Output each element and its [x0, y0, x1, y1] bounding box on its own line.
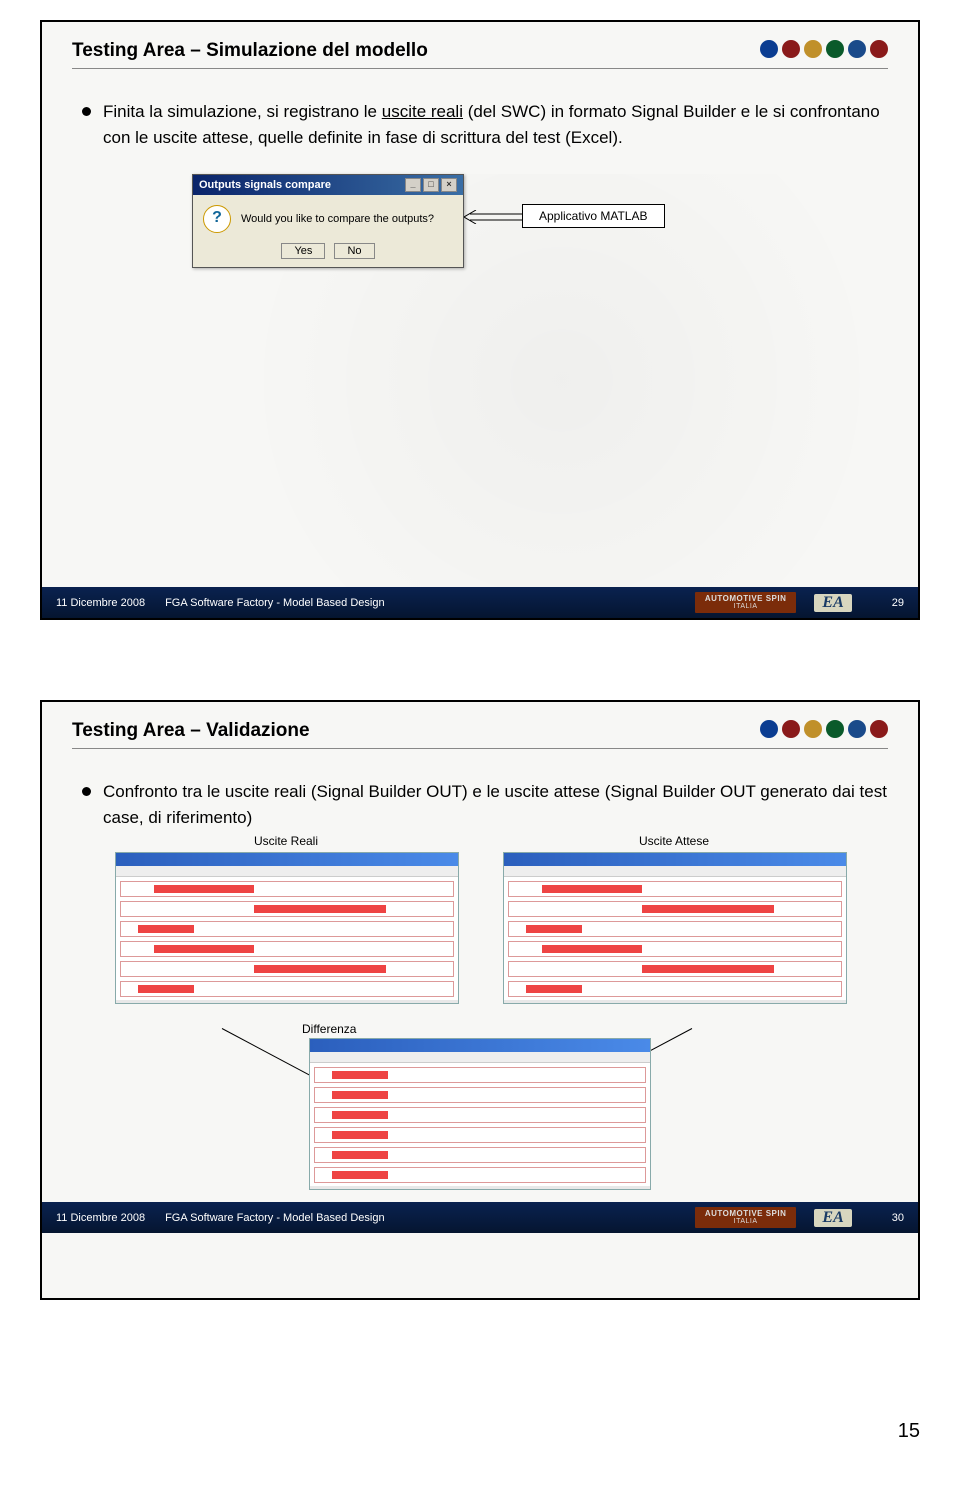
bullet-item: Finita la simulazione, si registrano le … — [82, 99, 888, 150]
footer-date: 11 Dicembre 2008 — [56, 1212, 145, 1224]
slide-title: Testing Area – Validazione — [72, 720, 310, 742]
ea-logo: EA — [814, 1209, 851, 1227]
bullet-text: Finita la simulazione, si registrano le … — [103, 99, 888, 150]
dialog-buttons: Yes No — [193, 243, 463, 267]
brand-logo-icon — [782, 720, 800, 738]
output-thumbnails: Uscite Reali Uscite Attese — [92, 834, 868, 1004]
real-output-col: Uscite Reali — [115, 834, 456, 1004]
divider — [72, 68, 888, 69]
footer-sponsor: AUTOMOTIVE SPIN ITALIA — [695, 1207, 797, 1228]
slide-number: 29 — [892, 597, 904, 609]
screenshot-real — [115, 852, 458, 1004]
bullet-text: Confronto tra le uscite reali (Signal Bu… — [103, 779, 888, 830]
window-buttons: _ □ × — [405, 178, 457, 192]
footer-sponsor: AUTOMOTIVE SPIN ITALIA — [695, 592, 797, 613]
sponsor-bottom: ITALIA — [705, 1218, 787, 1225]
divider — [72, 748, 888, 749]
dialog-title: Outputs signals compare — [199, 179, 331, 191]
brand-logo-icon — [826, 40, 844, 58]
screenshot-diff — [309, 1038, 651, 1190]
footer-date: 11 Dicembre 2008 — [56, 597, 145, 609]
bullet-icon — [82, 787, 91, 796]
matlab-dialog: Outputs signals compare _ □ × ? Would yo… — [192, 174, 464, 268]
dialog-message: Would you like to compare the outputs? — [241, 213, 434, 225]
screenshot-expected — [503, 852, 846, 1004]
bullet-icon — [82, 107, 91, 116]
no-button[interactable]: No — [334, 243, 374, 259]
brand-logo-icon — [848, 40, 866, 58]
slide-header: Testing Area – Validazione — [72, 720, 888, 742]
slide-footer: 11 Dicembre 2008 FGA Software Factory - … — [42, 587, 918, 618]
label-diff: Differenza — [302, 1022, 888, 1036]
footer-title: FGA Software Factory - Model Based Desig… — [165, 597, 384, 609]
brand-logo-icon — [826, 720, 844, 738]
brand-logo-icon — [870, 720, 888, 738]
slide-validation: Testing Area – Validazione Confronto tra… — [40, 700, 920, 1300]
brand-logos — [760, 40, 888, 58]
sponsor-top: AUTOMOTIVE SPIN — [705, 1209, 787, 1218]
dialog-titlebar: Outputs signals compare _ □ × — [193, 175, 463, 195]
dialog-body: ? Would you like to compare the outputs? — [193, 195, 463, 243]
brand-logo-icon — [782, 40, 800, 58]
brand-logos — [760, 720, 888, 738]
label-real: Uscite Reali — [115, 834, 456, 848]
arrow-icon — [464, 210, 522, 224]
slide-title: Testing Area – Simulazione del modello — [72, 40, 428, 62]
slide-body: Outputs signals compare _ □ × ? Would yo… — [72, 174, 888, 587]
brand-logo-icon — [760, 720, 778, 738]
yes-button[interactable]: Yes — [281, 243, 325, 259]
brand-logo-icon — [804, 40, 822, 58]
label-expected: Uscite Attese — [503, 834, 844, 848]
sponsor-bottom: ITALIA — [705, 603, 787, 610]
brand-logo-icon — [848, 720, 866, 738]
brand-logo-icon — [760, 40, 778, 58]
ea-logo: EA — [814, 594, 851, 612]
maximize-icon[interactable]: □ — [423, 178, 439, 192]
slide-footer: 11 Dicembre 2008 FGA Software Factory - … — [42, 1202, 918, 1233]
footer-title: FGA Software Factory - Model Based Desig… — [165, 1212, 384, 1224]
diff-area: Differenza — [72, 1022, 888, 1190]
sponsor-top: AUTOMOTIVE SPIN — [705, 594, 787, 603]
brand-logo-icon — [804, 720, 822, 738]
slide-header: Testing Area – Simulazione del modello — [72, 40, 888, 62]
document-page-number: 15 — [0, 1420, 960, 1453]
matlab-label: Applicativo MATLAB — [522, 204, 665, 228]
slide-simulation: Testing Area – Simulazione del modello F… — [40, 20, 920, 620]
close-icon[interactable]: × — [441, 178, 457, 192]
slide-number: 30 — [892, 1212, 904, 1224]
minimize-icon[interactable]: _ — [405, 178, 421, 192]
expected-output-col: Uscite Attese — [503, 834, 844, 1004]
brand-logo-icon — [870, 40, 888, 58]
bullet-item: Confronto tra le uscite reali (Signal Bu… — [82, 779, 888, 830]
question-icon: ? — [203, 205, 231, 233]
